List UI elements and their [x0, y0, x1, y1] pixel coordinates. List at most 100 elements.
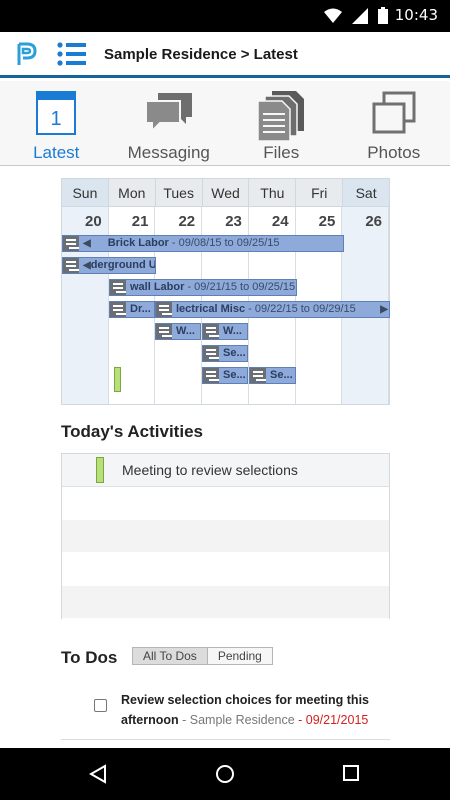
tab-label: Messaging: [127, 143, 210, 162]
todo-checkbox[interactable]: [94, 699, 107, 712]
event-range: - 09/21/15 to 09/25/15: [184, 281, 296, 293]
date-number: 25: [318, 213, 336, 230]
event-title: Se...: [270, 369, 293, 381]
calendar-day-headers: Sun Mon Tues Wed Thu Fri Sat: [62, 179, 390, 207]
activity-row[interactable]: Meeting to review selections: [62, 454, 389, 487]
empty-row: [62, 520, 389, 553]
calendar-event[interactable]: Se...: [202, 367, 248, 384]
todos-title: To Dos: [61, 648, 118, 667]
tab-latest[interactable]: 1 Latest: [0, 81, 113, 165]
status-time: 10:43: [394, 6, 438, 24]
day-header: Mon: [109, 179, 156, 206]
event-range: - 09/22/15 to 09/29/15: [245, 303, 356, 315]
calendar-event[interactable]: ◀ Brick Labor - 09/08/15 to 09/25/15: [62, 235, 344, 252]
day-header: Wed: [203, 179, 250, 206]
event-title: W...: [223, 325, 242, 337]
schedule-item-icon: [203, 346, 219, 361]
schedule-item-icon: [156, 324, 172, 339]
app-bar: Sample Residence > Latest: [0, 32, 450, 78]
signal-icon: [352, 7, 368, 24]
date-number: 21: [131, 213, 149, 230]
week-calendar: Sun Mon Tues Wed Thu Fri Sat 20 21 22 23…: [61, 178, 390, 405]
arrow-right-icon: ▶: [380, 304, 388, 315]
tab-label: Photos: [367, 143, 421, 162]
calendar-event[interactable]: W...: [202, 323, 248, 340]
calendar-event[interactable]: lectrical Misc - 09/22/15 to 09/29/15 ▶: [155, 301, 390, 318]
day-header: Tues: [156, 179, 203, 206]
status-bar: 10:43: [0, 0, 450, 32]
empty-row: [62, 553, 389, 586]
main-tabs: 1 Latest Messaging Files Photos: [0, 81, 450, 166]
calendar-event[interactable]: W...: [155, 323, 201, 340]
date-number: 24: [271, 213, 289, 230]
filter-pending[interactable]: Pending: [207, 648, 272, 664]
calendar-event[interactable]: wall Labor - 09/21/15 to 09/25/15: [109, 279, 297, 296]
event-title: Se...: [223, 347, 246, 359]
arrow-left-icon: ◀: [83, 238, 91, 249]
empty-row: [62, 586, 389, 619]
day-header: Thu: [249, 179, 297, 206]
activity-text: Meeting to review selections: [122, 462, 298, 478]
calendar-event[interactable]: Dr...: [109, 301, 155, 318]
arrow-left-icon: ◀: [83, 260, 91, 271]
schedule-item-icon: [110, 280, 126, 295]
app-logo-icon[interactable]: [16, 41, 38, 67]
activities-list: Meeting to review selections: [61, 453, 390, 619]
tab-label: Files: [263, 143, 300, 162]
calendar-day-number: 1: [51, 108, 62, 130]
calendar-icon: 1: [36, 91, 77, 135]
event-title: wall Labor: [130, 281, 185, 293]
chat-bubbles-icon: [144, 93, 192, 133]
todo-filter: All To Dos Pending: [132, 647, 273, 665]
calendar-event[interactable]: Se...: [202, 345, 248, 362]
activities-title: Today's Activities: [61, 422, 203, 441]
photos-icon: [372, 91, 416, 134]
schedule-item-icon: [110, 302, 126, 317]
event-title: lectrical Misc: [176, 303, 246, 315]
event-range: - 09/08/15 to 09/25/15: [168, 237, 280, 249]
battery-icon: [378, 7, 388, 24]
calendar-grid: 20 21 22 23 24 25 26 ◀ Brick Labor - 09/0…: [62, 207, 390, 404]
todo-project: - Sample Residence: [178, 713, 295, 727]
wifi-icon: [324, 8, 342, 23]
day-header: Sun: [62, 179, 109, 206]
recents-icon[interactable]: [342, 764, 360, 782]
system-nav-bar: [0, 748, 450, 800]
status-icons: [324, 7, 388, 24]
schedule-item-icon: [250, 368, 266, 383]
day-header: Sat: [343, 179, 390, 206]
date-number: 22: [178, 213, 196, 230]
empty-row: [62, 487, 389, 520]
tab-photos[interactable]: Photos: [338, 81, 450, 165]
activity-marker: [96, 457, 104, 483]
schedule-item-icon: [203, 368, 219, 383]
event-title: Dr...: [130, 303, 151, 315]
schedule-item-icon: [203, 324, 219, 339]
schedule-item-icon: [156, 302, 172, 317]
date-number: 26: [365, 213, 383, 230]
activity-marker[interactable]: [114, 367, 121, 392]
tab-messaging[interactable]: Messaging: [113, 81, 226, 165]
back-icon[interactable]: [88, 764, 108, 784]
event-title: Brick Labor: [107, 237, 169, 249]
todo-text: Review selection choices for meeting thi…: [121, 690, 386, 730]
page-title: Sample Residence > Latest: [104, 46, 298, 63]
event-title: derground U...: [90, 259, 156, 271]
event-title: W...: [176, 325, 195, 337]
documents-icon: [258, 91, 305, 141]
todo-item[interactable]: Review selection choices for meeting thi…: [61, 688, 390, 740]
date-number: 20: [85, 213, 102, 230]
schedule-item-icon: [63, 258, 79, 273]
filter-all-todos[interactable]: All To Dos: [133, 648, 208, 664]
calendar-event[interactable]: ◀derground U...: [62, 257, 156, 274]
tab-files[interactable]: Files: [225, 81, 338, 165]
date-number: 23: [225, 213, 242, 230]
tab-label: Latest: [33, 143, 80, 162]
list-menu-icon[interactable]: [56, 40, 88, 68]
day-header: Fri: [296, 179, 344, 206]
home-icon[interactable]: [215, 764, 235, 784]
schedule-item-icon: [63, 236, 79, 251]
event-title: Se...: [223, 369, 246, 381]
todo-due-date: - 09/21/2015: [294, 713, 369, 727]
calendar-event[interactable]: Se...: [249, 367, 296, 384]
